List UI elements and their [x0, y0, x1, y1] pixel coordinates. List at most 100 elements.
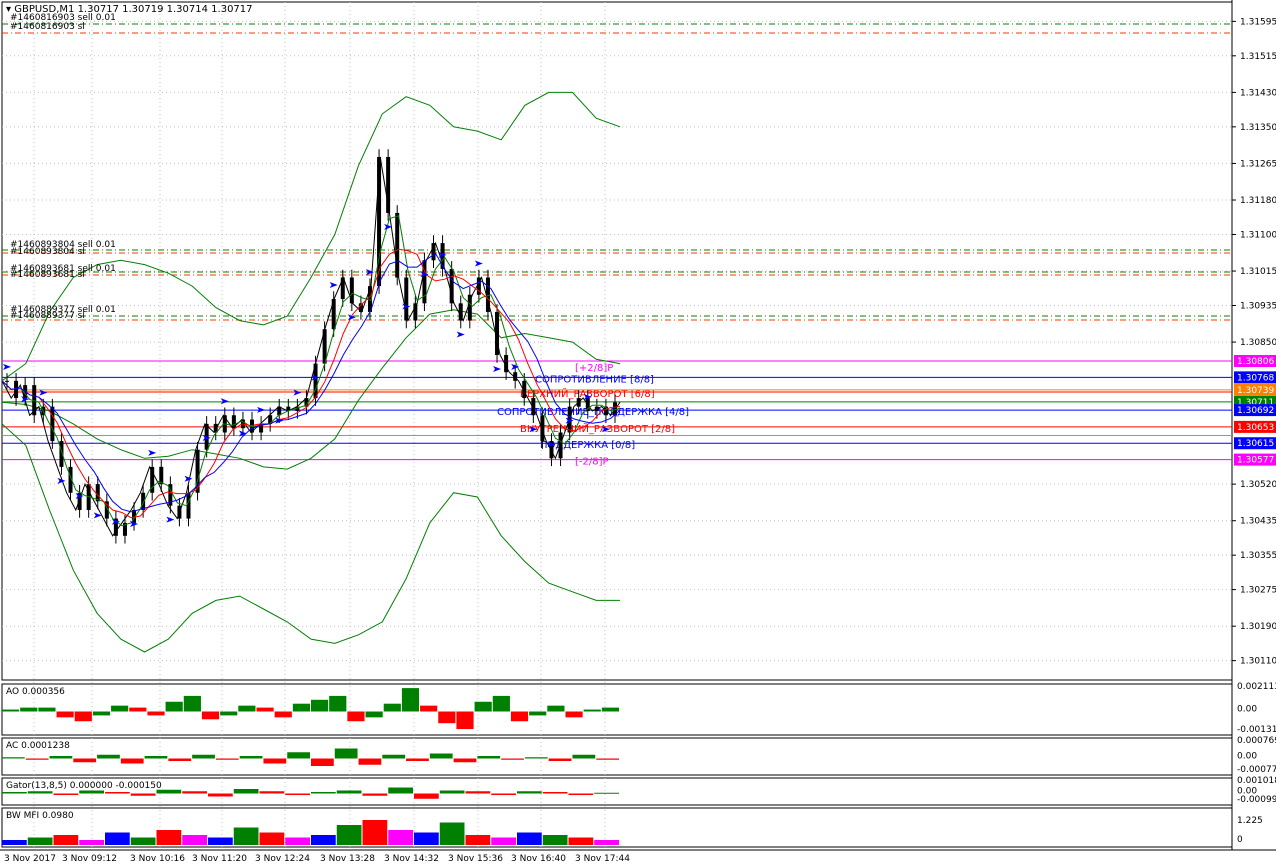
indicator-bar — [263, 758, 287, 764]
indicator-bar — [401, 688, 420, 712]
indicator-bar — [568, 837, 594, 845]
indicator-bar — [130, 837, 156, 845]
indicator-bar — [583, 709, 601, 712]
indicator-bar — [510, 711, 529, 722]
indicator-bar — [311, 792, 336, 794]
y-tick-label: 1.30520 — [1240, 480, 1276, 490]
main-plot-frame — [1, 1, 1233, 681]
indicator-bar — [336, 825, 362, 845]
indicator-bar — [27, 791, 53, 794]
indicator-bar — [383, 703, 401, 712]
fractal-arrow — [166, 516, 175, 523]
indicator-bar — [491, 837, 516, 845]
indicator-bar — [465, 835, 491, 845]
indicator-bar — [215, 758, 239, 760]
alligator-lips — [1, 215, 621, 527]
indicator-bar — [414, 832, 439, 845]
indicator-bar — [474, 701, 492, 712]
indicator-y-tick: 1.225 — [1237, 816, 1263, 826]
y-tick-label: 1.30850 — [1240, 338, 1276, 348]
indicator-bar — [334, 748, 358, 759]
y-tick-label: 1.31515 — [1240, 52, 1276, 62]
indicator-panel-frame — [1, 737, 1233, 776]
indicator-bar — [388, 787, 413, 794]
indicator-y-tick: -0.001312 — [1237, 725, 1276, 735]
indicator-bar — [285, 837, 310, 845]
indicator-bar — [239, 756, 263, 759]
indicator-bar — [329, 695, 347, 712]
indicator-bar — [596, 758, 619, 760]
fractal-arrow — [3, 363, 11, 370]
indicator-bar — [388, 830, 413, 845]
indicator-bar — [492, 695, 510, 712]
indicator-bar — [49, 756, 73, 759]
indicator-bar — [311, 699, 329, 712]
indicator-bar — [311, 835, 336, 845]
fractal-arrow — [456, 331, 465, 338]
trading-chart[interactable]: 1.31595 1.31515 1.31430 1.31350 1.31265 1.311… — [0, 0, 1276, 868]
indicator-bar — [542, 792, 568, 794]
indicator-bar — [79, 790, 104, 794]
indicator-bar — [572, 754, 596, 759]
price-tag-label: 1.30577 — [1237, 456, 1274, 466]
indicator-bar — [517, 832, 542, 845]
y-tick-label: 1.30435 — [1240, 517, 1276, 527]
indicator-bar — [2, 840, 27, 845]
trade-label: #1460893681 sl — [10, 270, 85, 280]
indicator-bar — [259, 791, 285, 794]
y-tick-label: 1.31430 — [1240, 88, 1276, 98]
indicator-bar — [414, 793, 439, 799]
price-tag-label: 1.30692 — [1237, 406, 1274, 416]
indicator-bar — [311, 758, 334, 766]
indicator-bar — [105, 832, 130, 845]
indicator-y-tick: -0.000776 — [1237, 765, 1276, 775]
indicator-bar — [420, 705, 438, 712]
indicator-y-tick: 0.00 — [1237, 705, 1257, 715]
indicator-bar — [2, 709, 20, 712]
indicator-bar — [97, 754, 120, 759]
y-tick-label: 1.30935 — [1240, 301, 1276, 311]
y-tick-label: 1.30110 — [1240, 657, 1276, 667]
indicator-bar — [491, 793, 516, 795]
indicator-bar — [165, 701, 183, 712]
indicator-name: BW MFI 0.0980 — [6, 811, 74, 821]
indicator-bar — [53, 793, 79, 795]
indicator-bar — [2, 757, 25, 759]
indicator-bar — [594, 792, 619, 794]
indicator-y-tick: 0.001018 — [1237, 776, 1276, 786]
y-tick-label: 1.30355 — [1240, 551, 1276, 561]
indicator-bar — [382, 754, 406, 759]
indicator-bar — [477, 756, 501, 759]
indicator-y-tick: 0.000769 — [1237, 736, 1276, 746]
price-tag-label: 1.30806 — [1237, 357, 1274, 367]
indicator-bar — [287, 752, 310, 759]
indicator-bar — [529, 711, 547, 716]
x-tick-label: 3 Nov 16:40 — [511, 854, 566, 864]
fractal-arrow — [493, 365, 502, 372]
trade-label: #1460893804 sl — [10, 247, 85, 257]
murrey-level-label: СОПРОТИВЛЕНИЕ [8/8] — [535, 374, 654, 385]
fractal-arrow — [293, 389, 302, 396]
x-tick-label: 3 Nov 17:44 — [575, 854, 630, 864]
indicator-bar — [362, 793, 388, 796]
indicator-bar — [182, 791, 207, 794]
y-tick-label: 1.30275 — [1240, 586, 1276, 596]
indicator-bar — [144, 756, 168, 759]
indicator-bar — [92, 711, 111, 716]
y-tick-label: 1.31180 — [1240, 196, 1276, 206]
indicator-bar — [233, 827, 259, 845]
y-tick-label: 1.31265 — [1240, 159, 1276, 169]
indicator-bar — [438, 711, 456, 724]
x-tick-label: 3 Nov 15:36 — [448, 854, 503, 864]
indicator-bar — [73, 758, 97, 763]
indicator-bar — [105, 792, 130, 794]
indicator-bar — [465, 791, 491, 794]
indicator-bar — [439, 822, 465, 845]
indicator-name: AO 0.000356 — [6, 687, 65, 697]
y-tick-label: 1.31595 — [1240, 17, 1276, 27]
indicator-y-tick: 0.00 — [1237, 752, 1257, 762]
y-tick-label: 1.31100 — [1240, 230, 1276, 240]
candle-body — [50, 406, 55, 442]
y-tick-label: 1.31015 — [1240, 267, 1276, 277]
indicator-bar — [259, 832, 285, 845]
